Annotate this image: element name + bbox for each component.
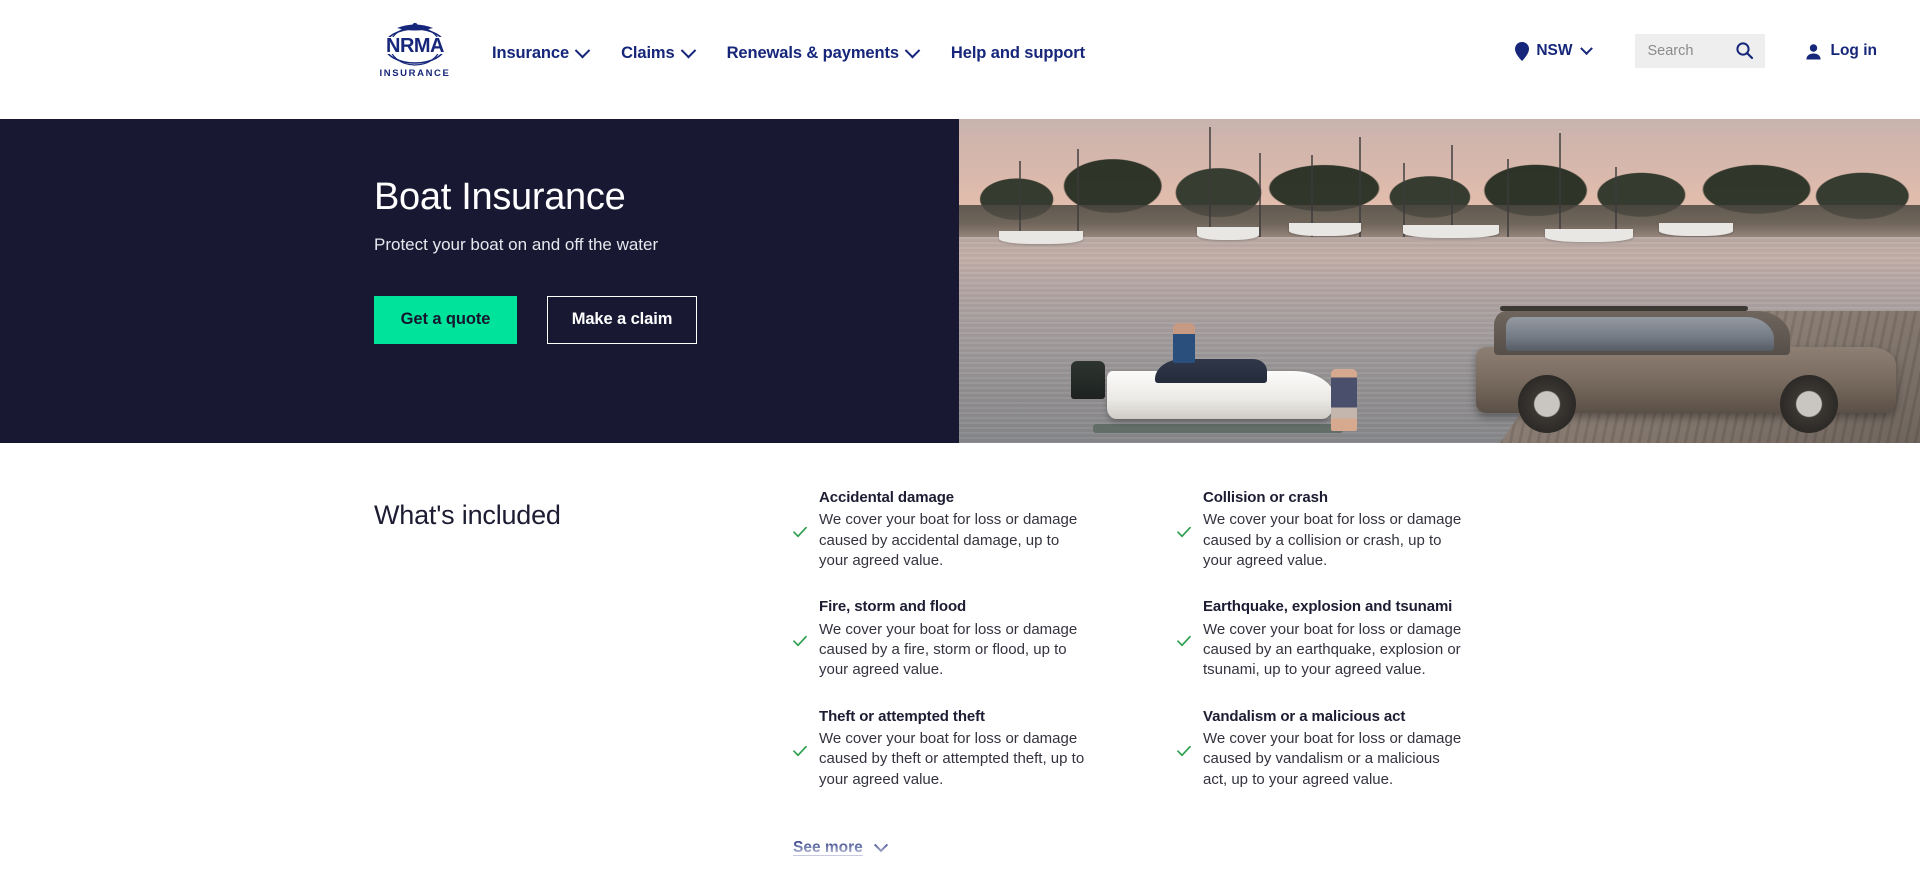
search-icon[interactable] (1735, 42, 1753, 59)
nav-item-label: Help and support (950, 44, 1085, 62)
hero-banner: Boat Insurance Protect your boat on and … (0, 119, 1920, 443)
check-icon (793, 636, 807, 647)
nav-item-claims[interactable]: Claims (621, 42, 696, 63)
section-shadow (0, 836, 1920, 854)
moored-yacht (1289, 223, 1361, 236)
check-icon (1177, 745, 1191, 757)
sailboat-mast (1559, 133, 1561, 241)
suv-windows (1506, 317, 1774, 351)
feature-item: Earthquake, explosion and tsunami We cov… (1177, 597, 1577, 680)
feature-item: Theft or attempted theft We cover your b… (793, 707, 1184, 790)
nrma-logo-mark: NRMA (383, 22, 447, 66)
login-button[interactable]: Log in (1805, 42, 1878, 60)
nav-item-insurance[interactable]: Insurance (492, 42, 591, 63)
feature-description: We cover your boat for loss or damage ca… (1203, 620, 1462, 679)
location-selector[interactable]: NSW (1515, 41, 1593, 61)
feature-item: Vandalism or a malicious act We cover yo… (1177, 707, 1577, 790)
header-utilities: NSW Log in (1515, 34, 1877, 68)
boat-windscreen (1155, 359, 1267, 383)
feature-item: Accidental damage We cover your boat for… (793, 488, 1184, 571)
get-a-quote-button[interactable]: Get a quote (374, 295, 517, 344)
feature-item: Fire, storm and flood We cover your boat… (793, 597, 1184, 680)
features-grid: Accidental damage We cover your boat for… (793, 488, 1577, 816)
location-pin-icon (1515, 41, 1530, 61)
login-label: Log in (1830, 42, 1878, 59)
sailboat-mast (1259, 153, 1261, 239)
sailboat-mast (1507, 159, 1509, 241)
moored-yacht (1659, 223, 1733, 236)
features-column-left: Accidental damage We cover your boat for… (793, 488, 1184, 816)
feature-description: We cover your boat for loss or damage ca… (819, 620, 1078, 679)
hero-content: Boat Insurance Protect your boat on and … (374, 176, 974, 344)
feature-description: We cover your boat for loss or damage ca… (1203, 511, 1462, 570)
check-icon (793, 526, 807, 538)
suv-wheel (1518, 375, 1576, 433)
chevron-down-icon (680, 42, 696, 59)
location-label: NSW (1536, 42, 1573, 59)
search-box[interactable] (1634, 34, 1765, 68)
page-title: Boat Insurance (374, 176, 626, 218)
feature-item: Collision or crash We cover your boat fo… (1177, 488, 1577, 571)
sailboat-mast (1077, 149, 1079, 241)
check-icon (1177, 526, 1191, 538)
chevron-down-icon (574, 42, 591, 59)
feature-title: Accidental damage (819, 489, 955, 506)
chevron-down-icon (904, 42, 921, 59)
feature-title: Earthquake, explosion and tsunami (1203, 598, 1453, 616)
suv-roof-rail (1500, 306, 1748, 311)
feature-description: We cover your boat for loss or damage ca… (819, 730, 1085, 788)
nav-item-label: Claims (621, 44, 675, 62)
sailboat-mast (1019, 161, 1021, 241)
search-input[interactable] (1647, 43, 1748, 59)
moored-yacht (1403, 225, 1499, 238)
section-title: What's included (374, 500, 561, 530)
feature-description: We cover your boat for loss or damage ca… (1203, 730, 1462, 788)
moored-yacht (1197, 227, 1259, 240)
nav-item-label: Insurance (492, 44, 570, 62)
feature-description: We cover your boat for loss or damage ca… (819, 511, 1078, 570)
nav-item-label: Renewals & payments (726, 44, 899, 62)
hero-subtitle: Protect your boat on and off the water (374, 234, 659, 254)
feature-title: Theft or attempted theft (819, 707, 985, 725)
chevron-down-icon (1579, 41, 1593, 55)
feature-title: Vandalism or a malicious act (1203, 707, 1406, 725)
make-a-claim-button[interactable]: Make a claim (547, 295, 697, 344)
sailboat-mast (1209, 127, 1211, 239)
feature-title: Fire, storm and flood (819, 598, 967, 616)
check-icon (1177, 636, 1191, 647)
suv-vehicle (1476, 305, 1896, 435)
hero-image (959, 119, 1920, 443)
main-navigation: Insurance Claims Renewals & payments Hel… (492, 42, 1085, 63)
nav-item-renewals-payments[interactable]: Renewals & payments (726, 42, 921, 63)
feature-title: Collision or crash (1203, 489, 1328, 506)
site-header: NRMA INSURANCE Insurance Claims Renewals… (0, 0, 1920, 119)
person-on-boat (1173, 323, 1195, 363)
whats-included-section: What's included Accidental damage We cov… (0, 443, 1920, 874)
boat-trailer (1093, 424, 1343, 433)
features-column-right: Collision or crash We cover your boat fo… (1177, 488, 1577, 816)
person-at-ramp (1331, 369, 1357, 431)
suv-wheel (1780, 375, 1838, 433)
outboard-motor (1071, 361, 1105, 399)
moored-yacht (999, 231, 1083, 244)
nav-item-help-and-support[interactable]: Help and support (951, 44, 1085, 63)
user-icon (1805, 43, 1821, 59)
svg-text:NRMA: NRMA (386, 35, 444, 57)
moored-yacht (1545, 229, 1633, 242)
nrma-logo[interactable]: NRMA INSURANCE (367, 22, 463, 82)
hero-actions: Get a quote Make a claim (374, 295, 974, 344)
check-icon (793, 745, 807, 757)
logo-subtitle: INSURANCE (379, 68, 451, 79)
